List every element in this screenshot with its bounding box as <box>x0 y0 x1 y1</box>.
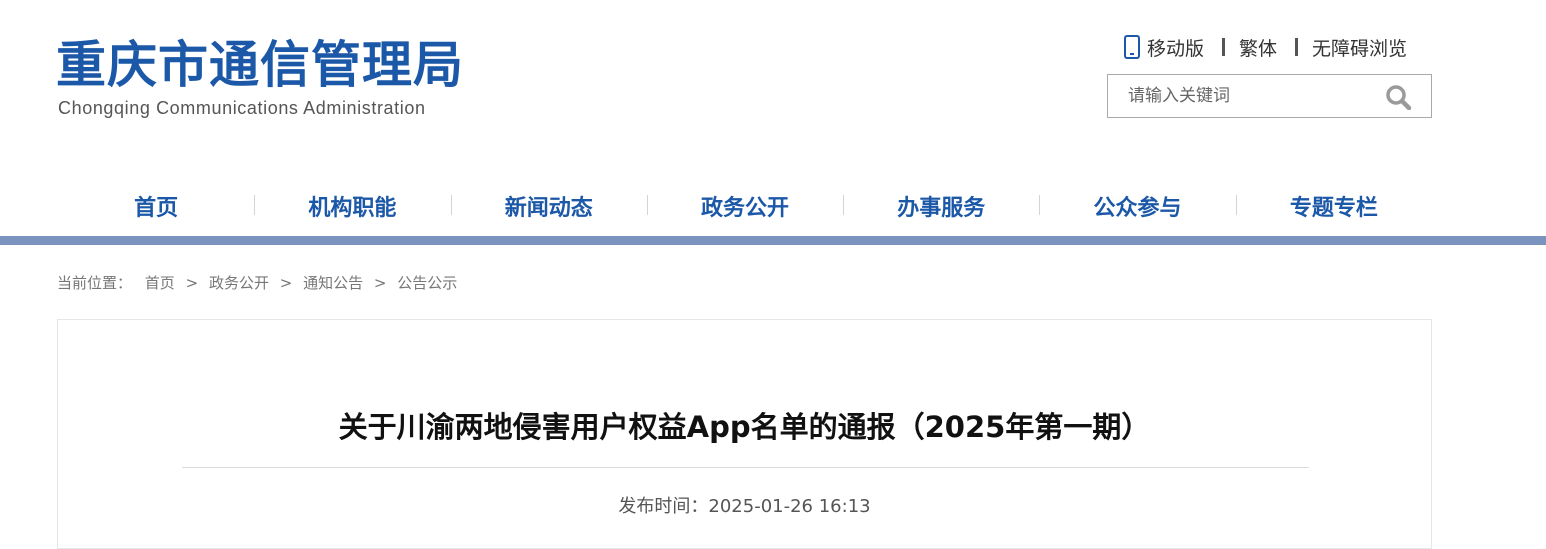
mobile-version-link[interactable]: 移动版 <box>1147 34 1204 61</box>
mobile-phone-icon <box>1124 35 1140 59</box>
search-input[interactable] <box>1128 84 1378 108</box>
nav-divider-bar <box>0 236 1546 245</box>
article-container: 关于川渝两地侵害用户权益App名单的通报（2025年第一期） 发布时间：2025… <box>57 319 1432 549</box>
site-logo-chinese[interactable]: 重庆市通信管理局 <box>56 34 464 96</box>
breadcrumb-item-government-affairs[interactable]: 政务公开 <box>209 274 269 292</box>
nav-item-government-affairs[interactable]: 政务公开 <box>646 186 843 226</box>
nav-item-special-topics[interactable]: 专题专栏 <box>1235 186 1432 226</box>
breadcrumb-item-notices[interactable]: 通知公告 <box>303 274 363 292</box>
breadcrumb-separator: > <box>279 274 293 292</box>
divider <box>1222 38 1226 56</box>
breadcrumb-separator: > <box>185 274 199 292</box>
nav-item-public-participation[interactable]: 公众参与 <box>1039 186 1235 226</box>
accessibility-link[interactable]: 无障碍浏览 <box>1312 34 1407 61</box>
publish-time-label: 发布时间： <box>618 496 709 517</box>
site-header: 重庆市通信管理局 Chongqing Communications Admini… <box>0 0 1546 180</box>
breadcrumb: 当前位置： 首页 > 政务公开 > 通知公告 > 公告公示 <box>57 272 457 293</box>
breadcrumb-prefix: 当前位置： <box>57 274 133 292</box>
search-icon <box>1386 85 1412 111</box>
title-divider <box>182 467 1309 468</box>
traditional-chinese-link[interactable]: 繁体 <box>1239 34 1277 61</box>
nav-item-services[interactable]: 办事服务 <box>843 186 1039 226</box>
search-box <box>1107 74 1432 118</box>
top-links: 移动版 繁体 无障碍浏览 <box>1124 34 1407 60</box>
publish-time-value: 2025-01-26 16:13 <box>708 496 871 517</box>
nav-item-organization[interactable]: 机构职能 <box>254 186 450 226</box>
breadcrumb-item-home[interactable]: 首页 <box>145 274 175 292</box>
article-title: 关于川渝两地侵害用户权益App名单的通报（2025年第一期） <box>338 410 1151 444</box>
breadcrumb-separator: > <box>373 274 387 292</box>
site-logo-english[interactable]: Chongqing Communications Administration <box>58 98 426 119</box>
nav-item-news[interactable]: 新闻动态 <box>450 186 647 226</box>
nav-item-home[interactable]: 首页 <box>58 186 254 226</box>
publish-time: 发布时间：2025-01-26 16:13 <box>58 492 1431 518</box>
main-nav: 首页 机构职能 新闻动态 政务公开 办事服务 公众参与 专题专栏 <box>58 186 1432 226</box>
search-button[interactable] <box>1385 84 1413 111</box>
divider <box>1295 38 1299 56</box>
breadcrumb-item-announcements[interactable]: 公告公示 <box>397 274 457 292</box>
